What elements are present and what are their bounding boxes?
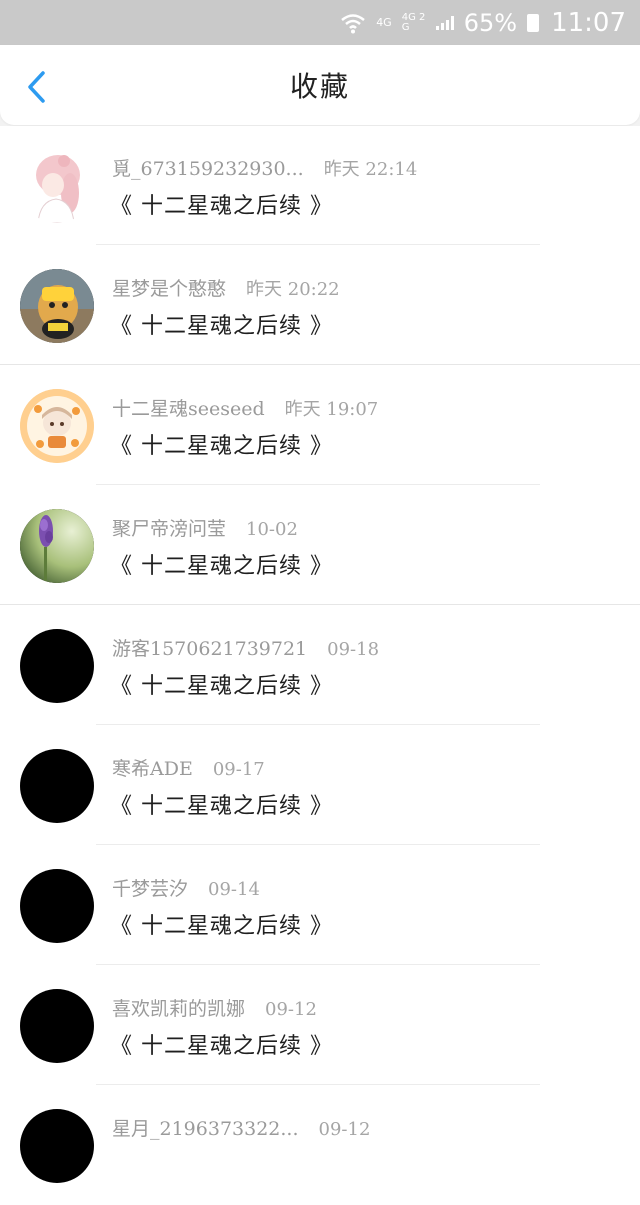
book-title[interactable]: 《 十二星魂之后续 》: [110, 188, 333, 220]
status-bar: 4G 4G 2G 65% 11:07: [0, 0, 640, 45]
avatar[interactable]: [20, 989, 94, 1063]
list-item[interactable]: 寒希ADE 09-17 《 十二星魂之后续 》: [0, 726, 640, 845]
favorites-list: 覓_673159232930... 昨天 22:14 《 十二星魂之后续 》 星…: [0, 126, 640, 1205]
timestamp: 09-12: [265, 999, 317, 1020]
divider: [0, 604, 640, 605]
user-name[interactable]: 游客1570621739721: [112, 634, 307, 661]
divider: [96, 1084, 540, 1085]
battery-icon: [527, 13, 540, 32]
user-name[interactable]: 十二星魂seeseed: [112, 394, 265, 421]
list-item[interactable]: 游客1570621739721 09-18 《 十二星魂之后续 》: [0, 606, 640, 725]
user-name[interactable]: 千梦芸汐: [112, 874, 188, 901]
divider: [96, 484, 540, 485]
timestamp: 昨天 20:22: [246, 279, 340, 300]
book-title[interactable]: 《 十二星魂之后续 》: [110, 548, 333, 580]
chibi-avatar-icon: [20, 389, 94, 463]
book-title[interactable]: 《 十二星魂之后续 》: [110, 788, 333, 820]
divider: [96, 724, 540, 725]
network-type-2-label: 4G 2G: [401, 11, 426, 33]
list-item[interactable]: 喜欢凯莉的凯娜 09-12 《 十二星魂之后续 》: [0, 966, 640, 1085]
timestamp: 09-12: [318, 1119, 371, 1140]
avatar[interactable]: [20, 509, 94, 583]
item-meta: 星月_2196373322... 09-12: [112, 1114, 370, 1141]
timestamp: 10-02: [246, 519, 298, 540]
item-meta: 喜欢凯莉的凯娜 09-12: [112, 994, 317, 1021]
item-meta: 游客1570621739721 09-18: [112, 634, 379, 661]
list-item[interactable]: 星梦是个憨憨 昨天 20:22 《 十二星魂之后续 》: [0, 246, 640, 365]
duck-avatar-icon: [20, 269, 94, 343]
item-meta: 聚尸帝滂问莹 10-02: [112, 514, 298, 541]
list-item[interactable]: 星月_2196373322... 09-12: [0, 1086, 640, 1205]
user-name[interactable]: 寒希ADE: [112, 754, 193, 781]
back-button[interactable]: [18, 69, 54, 105]
divider: [96, 244, 540, 245]
divider: [96, 844, 540, 845]
user-name[interactable]: 星月_2196373322...: [112, 1114, 299, 1141]
timestamp: 昨天 19:07: [284, 399, 379, 420]
book-title[interactable]: 《 十二星魂之后续 》: [110, 1028, 333, 1060]
item-meta: 十二星魂seeseed 昨天 19:07: [112, 394, 378, 421]
timestamp: 09-14: [208, 879, 260, 900]
divider: [96, 964, 540, 965]
avatar[interactable]: [20, 869, 94, 943]
item-meta: 寒希ADE 09-17: [112, 754, 265, 781]
avatar[interactable]: [20, 749, 94, 823]
list-item[interactable]: 聚尸帝滂问莹 10-02 《 十二星魂之后续 》: [0, 486, 640, 605]
network-type-2: 4G 2G: [401, 11, 426, 33]
avatar[interactable]: [20, 269, 94, 343]
chevron-left-icon: [28, 71, 45, 103]
avatar[interactable]: [20, 389, 94, 463]
item-meta: 覓_673159232930... 昨天 22:14: [112, 154, 417, 181]
timestamp: 09-18: [327, 639, 380, 660]
avatar[interactable]: [20, 629, 94, 703]
girl-avatar-icon: [20, 149, 94, 223]
item-meta: 星梦是个憨憨 昨天 20:22: [112, 274, 340, 301]
list-item[interactable]: 千梦芸汐 09-14 《 十二星魂之后续 》: [0, 846, 640, 965]
timestamp: 昨天 22:14: [323, 159, 418, 180]
nav-header: 收藏: [0, 45, 640, 125]
status-time: 11:07: [551, 7, 626, 38]
book-title[interactable]: 《 十二星魂之后续 》: [110, 668, 333, 700]
divider: [0, 364, 640, 365]
avatar[interactable]: [20, 149, 94, 223]
timestamp: 09-17: [212, 759, 265, 780]
item-meta: 千梦芸汐 09-14: [112, 874, 260, 901]
user-name[interactable]: 喜欢凯莉的凯娜: [112, 994, 245, 1021]
page-title: 收藏: [289, 70, 350, 103]
book-title[interactable]: 《 十二星魂之后续 》: [110, 428, 333, 460]
flower-avatar-icon: [20, 509, 94, 583]
user-name[interactable]: 星梦是个憨憨: [112, 274, 226, 301]
user-name[interactable]: 聚尸帝滂问莹: [112, 514, 226, 541]
user-name[interactable]: 覓_673159232930...: [112, 154, 304, 181]
book-title[interactable]: 《 十二星魂之后续 》: [110, 308, 333, 340]
avatar[interactable]: [20, 1109, 94, 1183]
network-type-1: 4G: [376, 16, 392, 29]
list-item[interactable]: 覓_673159232930... 昨天 22:14 《 十二星魂之后续 》: [0, 126, 640, 245]
book-title[interactable]: 《 十二星魂之后续 》: [110, 908, 333, 940]
wifi-icon: [340, 12, 366, 34]
battery-percent: 65%: [463, 8, 518, 37]
list-item[interactable]: 十二星魂seeseed 昨天 19:07 《 十二星魂之后续 》: [0, 366, 640, 485]
signal-icon: [435, 15, 454, 30]
